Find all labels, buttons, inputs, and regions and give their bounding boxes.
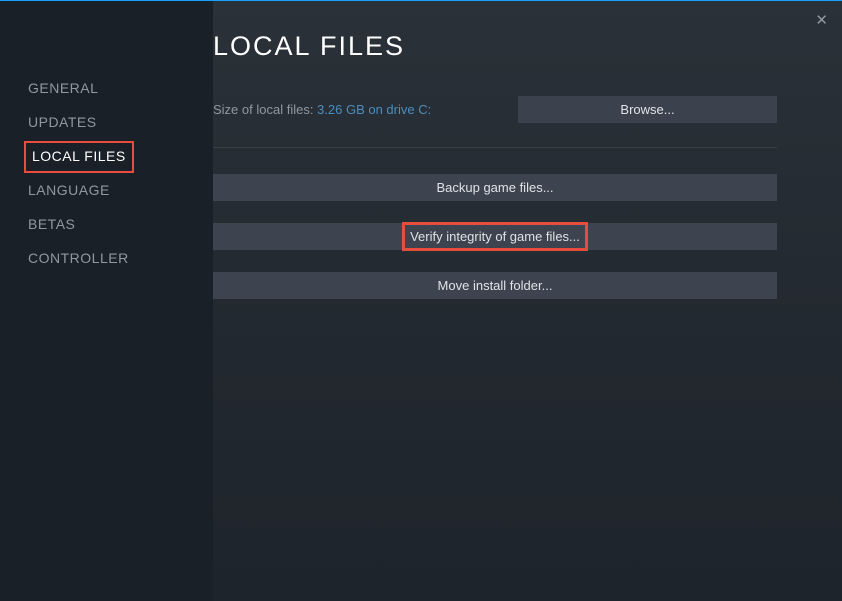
size-info-text: Size of local files: 3.26 GB on drive C: xyxy=(213,101,431,119)
page-title: LOCAL FILES xyxy=(213,31,802,62)
verify-label: Verify integrity of game files... xyxy=(410,229,580,244)
sidebar-item-general[interactable]: GENERAL xyxy=(24,73,102,103)
backup-button[interactable]: Backup game files... xyxy=(213,174,777,201)
sidebar-item-betas[interactable]: BETAS xyxy=(24,209,79,239)
verify-label-wrap: Verify integrity of game files... xyxy=(410,229,580,244)
sidebar-item-updates[interactable]: UPDATES xyxy=(24,107,101,137)
size-info-row: Size of local files: 3.26 GB on drive C:… xyxy=(213,96,777,123)
main-panel: ✕ LOCAL FILES Size of local files: 3.26 … xyxy=(213,1,842,601)
size-label: Size of local files: xyxy=(213,102,317,117)
sidebar: GENERAL UPDATES LOCAL FILES LANGUAGE BET… xyxy=(0,1,213,601)
move-install-button[interactable]: Move install folder... xyxy=(213,272,777,299)
browse-button[interactable]: Browse... xyxy=(518,96,777,123)
verify-integrity-button[interactable]: Verify integrity of game files... xyxy=(213,223,777,250)
sidebar-item-controller[interactable]: CONTROLLER xyxy=(24,243,133,273)
highlight-local-files: LOCAL FILES xyxy=(24,141,134,173)
close-icon[interactable]: ✕ xyxy=(815,11,828,29)
section-divider xyxy=(213,147,777,148)
size-value: 3.26 GB on drive C: xyxy=(317,102,431,117)
properties-dialog: GENERAL UPDATES LOCAL FILES LANGUAGE BET… xyxy=(0,0,842,601)
sidebar-item-local-files[interactable]: LOCAL FILES xyxy=(32,148,126,164)
sidebar-item-language[interactable]: LANGUAGE xyxy=(24,175,114,205)
